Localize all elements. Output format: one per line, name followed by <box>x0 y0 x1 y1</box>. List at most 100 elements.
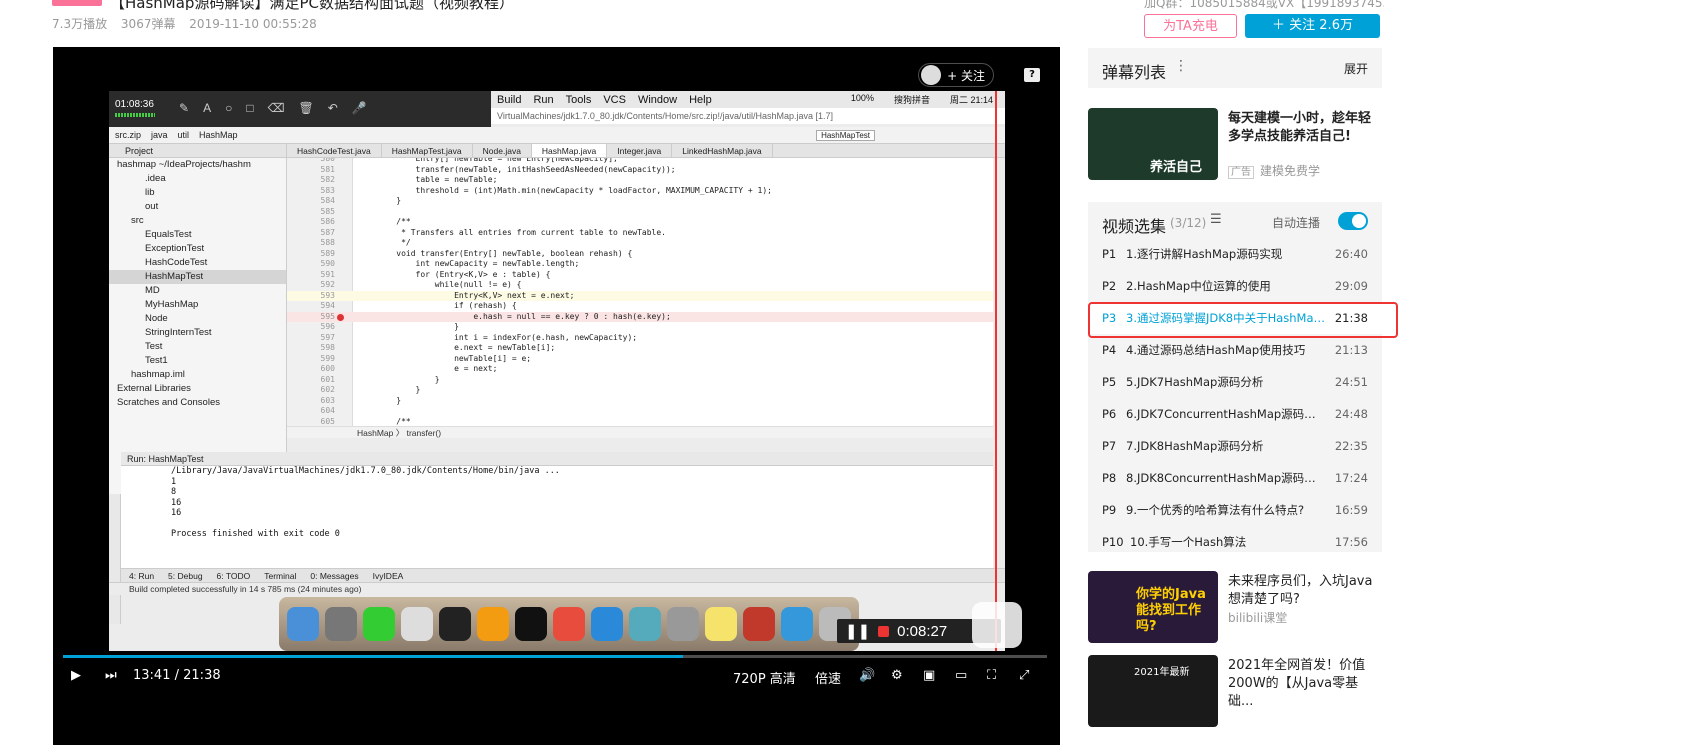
recorder-time: 01:08:36 <box>115 99 154 110</box>
console-line: 16 <box>171 497 182 508</box>
tree-item[interactable]: HashMapTest <box>109 270 286 284</box>
widescreen-icon[interactable]: ▭ <box>955 668 967 683</box>
rec-title[interactable]: 2021年全网首发！价值200W的【从Java零基础... <box>1228 657 1380 711</box>
episode-item[interactable]: P8 8.JDK8ConcurrentHashMap源码分析 17:24 <box>1088 462 1382 494</box>
tree-item[interactable]: Scratches and Consoles <box>109 396 286 410</box>
rec-video-card[interactable]: 你学的Java能找到工作吗? 未来程序员们，入坑Java想清楚了吗? bilib… <box>1088 571 1382 646</box>
webfull-icon[interactable]: ⛶ <box>987 668 996 683</box>
uploader-contact: 加Q群：1085015884或VX【19918937453... <box>1144 0 1384 10</box>
code-line: 597 int i = indexFor(e.hash, newCapacity… <box>287 333 993 344</box>
play-icon[interactable]: ▶ <box>71 668 81 683</box>
tree-item[interactable]: Test <box>109 340 286 354</box>
line-number: 594 <box>320 301 335 310</box>
rec-thumbnail[interactable]: 2021年最新 <box>1088 655 1218 727</box>
charge-button[interactable]: 为TA充电 <box>1144 14 1237 38</box>
breakpoint-icon[interactable] <box>337 313 344 321</box>
plus-icon: ＋ <box>1272 18 1290 33</box>
title-tag <box>52 0 102 6</box>
episode-item[interactable]: P4 4.通过源码总结HashMap使用技巧 21:13 <box>1088 334 1382 366</box>
tree-item[interactable]: Node <box>109 312 286 326</box>
rec-video-card[interactable]: 2021年最新 2021年全网首发！价值200W的【从Java零基础... <box>1088 655 1382 730</box>
line-number: 592 <box>320 280 335 289</box>
episode-item[interactable]: P2 2.HashMap中位运算的使用 29:09 <box>1088 270 1382 302</box>
danmaku-list-card[interactable]: 弹幕列表 ⋮ 展开 <box>1088 48 1382 88</box>
episode-item[interactable]: P1 1.逐行讲解HashMap源码实现 26:40 <box>1088 238 1382 270</box>
tool-tab[interactable]: Terminal <box>264 569 296 582</box>
volume-icon[interactable]: 🔊 <box>859 668 875 683</box>
tree-item[interactable]: ExceptionTest <box>109 242 286 256</box>
tree-item[interactable]: Test1 <box>109 354 286 368</box>
tree-item[interactable]: lib <box>109 186 286 200</box>
keynote-icon <box>629 607 661 641</box>
console-line: 8 <box>171 487 177 497</box>
text-icon: A <box>203 101 212 115</box>
play-overlay-icon[interactable] <box>972 602 1022 648</box>
tree-item[interactable]: External Libraries <box>109 382 286 396</box>
nav-crumb: src.zip <box>115 130 142 140</box>
recorder-toolbar: 01:08:36 ✎ A ○ □ ⌫ 🗑 ↶ 🎤 <box>109 91 491 127</box>
editor-tab[interactable]: HashMap.java <box>531 144 608 157</box>
preview-icon <box>667 607 699 641</box>
line-number: 603 <box>320 395 335 405</box>
tree-item[interactable]: EqualsTest <box>109 228 286 242</box>
next-icon[interactable]: ⏭ <box>105 668 117 683</box>
total-time: 21:38 <box>183 668 221 683</box>
code-text: Entry<K,V> next = e.next; <box>377 290 575 300</box>
tool-tab[interactable]: 0: Messages <box>310 569 358 582</box>
tree-item[interactable]: .idea <box>109 172 286 186</box>
tool-tab[interactable]: 6: TODO <box>217 569 251 582</box>
tree-item[interactable]: MyHashMap <box>109 298 286 312</box>
tree-item[interactable]: hashmap ~/IdeaProjects/hashm <box>109 158 286 172</box>
editor-tab[interactable]: Node.java <box>473 144 532 157</box>
progress-bar[interactable] <box>63 655 1047 658</box>
rec-title[interactable]: 未来程序员们，入坑Java想清楚了吗? <box>1228 573 1380 609</box>
episode-item[interactable]: P6 6.JDK7ConcurrentHashMap源码分析 24:48 <box>1088 398 1382 430</box>
tree-item[interactable]: hashmap.iml <box>109 368 286 382</box>
expand-button[interactable]: 展开 <box>1344 60 1368 77</box>
fullscreen-icon[interactable]: ⤢ <box>1019 668 1029 683</box>
tool-tab[interactable]: 4: Run <box>129 569 154 582</box>
editor-tabs: HashCodeTest.java HashMapTest.java Node.ja… <box>287 144 1005 158</box>
episode-item[interactable]: P5 5.JDK7HashMap源码分析 24:51 <box>1088 366 1382 398</box>
line-number: 597 <box>320 332 335 342</box>
tree-item[interactable]: StringInternTest <box>109 326 286 340</box>
tree-item[interactable]: MD <box>109 284 286 298</box>
ad-thumb-text: 养活自己 <box>1150 160 1203 175</box>
speed-button[interactable]: 倍速 <box>815 668 841 687</box>
tree-item[interactable]: src <box>109 214 286 228</box>
tool-tab[interactable]: IvyIDEA <box>373 569 404 582</box>
list-icon[interactable]: ☰ <box>1210 212 1222 227</box>
follow-button[interactable]: ＋ 关注 2.6万 <box>1245 14 1380 38</box>
autoplay-toggle[interactable] <box>1338 212 1368 230</box>
tree-item[interactable]: out <box>109 200 286 214</box>
ad-card[interactable]: 养活自己 每天建模一小时，趁年轻多学点技能养活自己! 广告 建模免费学 <box>1088 108 1382 183</box>
pip-icon[interactable]: ▣ <box>923 668 935 683</box>
code-text: transfer(newTable, initHashSeedAsNeeded(… <box>377 164 676 174</box>
overlay-follow-button[interactable]: + 关注 <box>918 63 994 87</box>
episode-item[interactable]: P9 9.一个优秀的哈希算法有什么特点? 16:59 <box>1088 494 1382 526</box>
editor-tab[interactable]: LinkedHashMap.java <box>672 144 773 157</box>
nav-crumb: util <box>177 130 190 140</box>
settings-icon[interactable]: ⚙ <box>891 668 903 683</box>
time-display: 13:41 / 21:38 <box>133 668 221 683</box>
rec-thumbnail[interactable]: 你学的Java能找到工作吗? <box>1088 571 1218 643</box>
ad-thumbnail[interactable]: 养活自己 <box>1088 108 1218 180</box>
episode-number: P6 <box>1102 407 1117 421</box>
question-icon[interactable]: ? <box>1024 68 1040 82</box>
line-number: 583 <box>320 185 335 195</box>
tree-item[interactable]: HashCodeTest <box>109 256 286 270</box>
quality-button[interactable]: 720P 高清 <box>733 668 796 687</box>
editor-tab[interactable]: Integer.java <box>607 144 673 157</box>
line-number: 604 <box>320 406 335 415</box>
video-player[interactable]: + 关注 ? 01:08:36 ✎ A ○ □ ⌫ 🗑 ↶ 🎤 Build Run Tools… <box>53 47 1060 745</box>
tool-tab[interactable]: 5: Debug <box>168 569 203 582</box>
episode-item[interactable]: P7 7.JDK8HashMap源码分析 22:35 <box>1088 430 1382 462</box>
editor-tab[interactable]: HashCodeTest.java <box>287 144 382 157</box>
current-time: 13:41 <box>133 668 171 683</box>
ad-title[interactable]: 每天建模一小时，趁年轻多学点技能养活自己! <box>1228 110 1380 146</box>
more-icon[interactable]: ⋮ <box>1174 58 1188 74</box>
editor-tab[interactable]: HashMapTest.java <box>382 144 473 157</box>
run-name: HashMapTest <box>148 454 204 464</box>
episode-duration: 22:35 <box>1334 439 1368 453</box>
episode-item[interactable]: P10 10.手写一个Hash算法 17:56 <box>1088 526 1382 558</box>
